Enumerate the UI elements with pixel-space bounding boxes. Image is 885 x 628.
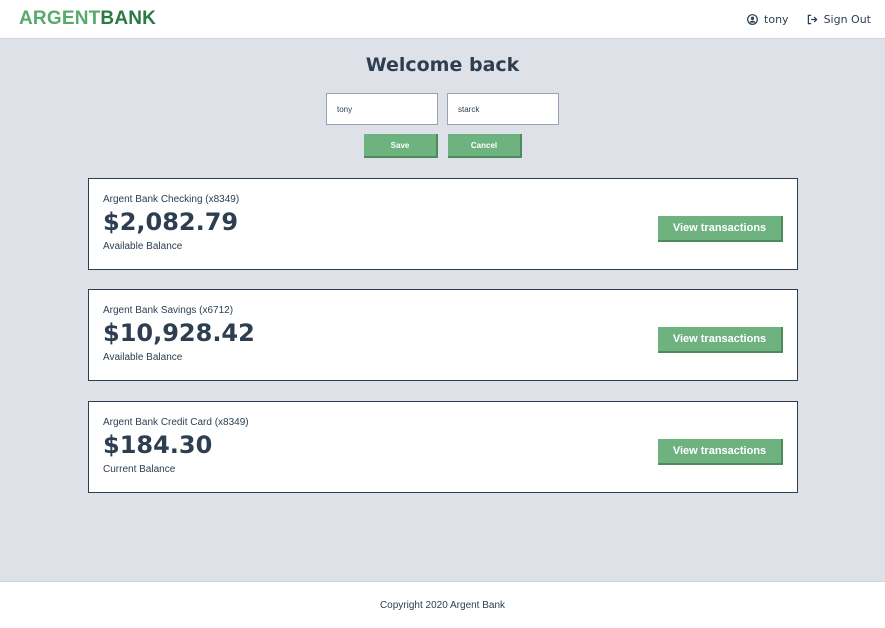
account-amount-description: Available Balance [103,352,183,363]
view-transactions-button[interactable]: View transactions [658,439,783,465]
sign-out-link[interactable]: Sign Out [807,13,871,26]
account-amount: $2,082.79 [103,208,239,236]
view-transactions-button[interactable]: View transactions [658,216,783,242]
page-title: Welcome back [365,54,520,76]
user-circle-icon [747,13,758,25]
account-title: Argent Bank Savings (x6712) [103,305,234,316]
logo-text-argent: ARGENT [19,8,101,29]
account-amount-description: Current Balance [103,464,176,475]
cancel-button[interactable]: Cancel [448,134,522,158]
account-amount-description: Available Balance [103,241,183,252]
account-card-checking: Argent Bank Checking (x8349) $2,082.79 A… [88,178,798,270]
account-title: Argent Bank Credit Card (x8349) [103,417,249,428]
first-name-input[interactable] [326,93,438,125]
account-card-credit: Argent Bank Credit Card (x8349) $184.30 … [88,401,798,493]
nav-user-actions: tony Sign Out [747,13,871,26]
account-title: Argent Bank Checking (x8349) [103,194,240,205]
account-amount: $184.30 [103,431,213,459]
save-button[interactable]: Save [364,134,438,158]
sign-out-icon [807,14,818,25]
logo-text-bank: BANK [100,8,157,29]
main-content: Welcome back Save Cancel Argent Bank Che… [0,40,885,581]
user-profile-link[interactable]: tony [747,13,789,26]
argent-bank-logo[interactable]: ARGENT BANK [19,0,156,38]
top-navigation-bar: ARGENT BANK tony Sign Out [0,0,885,39]
last-name-input[interactable] [447,93,559,125]
account-card-savings: Argent Bank Savings (x6712) $10,928.42 A… [88,289,798,381]
page-footer: Copyright 2020 Argent Bank [0,581,885,628]
copyright-text: Copyright 2020 Argent Bank [379,599,506,611]
sign-out-label: Sign Out [823,12,871,26]
user-name-label: tony [764,12,789,26]
view-transactions-button[interactable]: View transactions [658,327,783,353]
account-amount: $10,928.42 [103,319,255,347]
